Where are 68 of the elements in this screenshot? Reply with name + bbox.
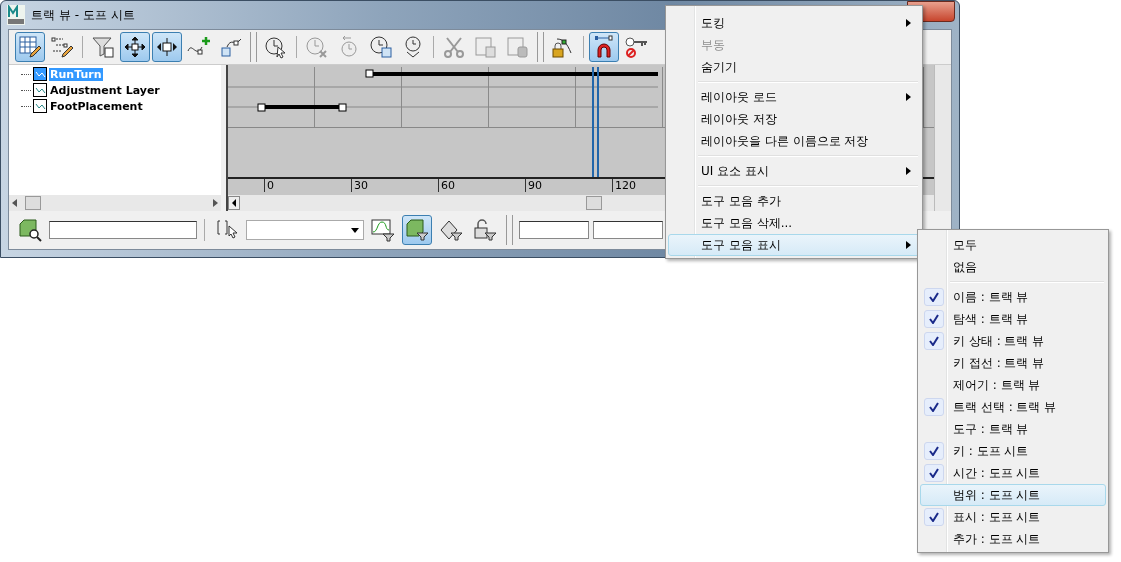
clock-scale-icon bbox=[369, 35, 393, 59]
tree-item[interactable]: Adjustment Layer bbox=[49, 83, 161, 97]
menu-item[interactable]: 도구 모음 추가 bbox=[668, 190, 920, 212]
ruler-label: 30 bbox=[351, 179, 368, 192]
menu-item[interactable]: 시간 : 도프 시트 bbox=[920, 462, 1106, 484]
clock-cursor-icon bbox=[264, 35, 288, 59]
text-field[interactable] bbox=[49, 221, 197, 239]
cube-magnifier-icon bbox=[18, 218, 42, 242]
toolbar-button[interactable] bbox=[120, 32, 150, 62]
horizontal-scrollbar[interactable] bbox=[9, 195, 221, 211]
menu-item[interactable]: 키 : 도프 시트 bbox=[920, 440, 1106, 462]
menu-item[interactable]: UI 요소 표시 bbox=[668, 160, 920, 182]
menu-item[interactable]: 제어기 : 트랙 뷰 bbox=[920, 374, 1106, 396]
menu-item[interactable]: 도구 모음 표시 bbox=[668, 234, 920, 256]
filter-icon bbox=[91, 35, 115, 59]
toolbar-button[interactable] bbox=[152, 32, 182, 62]
menu-item[interactable]: 표시 : 도프 시트 bbox=[920, 506, 1106, 528]
film-filter-icon bbox=[439, 218, 463, 242]
menu-item[interactable]: 추가 : 도프 시트 bbox=[920, 528, 1106, 550]
copy-icon bbox=[474, 35, 498, 59]
tree-item[interactable]: FootPlacement bbox=[49, 99, 144, 113]
menu-item[interactable]: 키 상태 : 트랙 뷰 bbox=[920, 330, 1106, 352]
curve-filter-icon bbox=[371, 218, 395, 242]
ruler-label: 0 bbox=[264, 179, 274, 192]
curve-track-icon bbox=[33, 99, 47, 113]
paste-icon bbox=[506, 35, 530, 59]
scroll-thumb[interactable] bbox=[25, 196, 41, 210]
scissors-icon bbox=[442, 35, 466, 59]
app-logo-icon bbox=[7, 5, 25, 25]
ruler-label: 90 bbox=[525, 179, 542, 192]
grid-pencil-icon bbox=[18, 35, 42, 59]
menu-item[interactable]: 도구 : 트랙 뷰 bbox=[920, 418, 1106, 440]
menu-item[interactable]: 숨기기 bbox=[668, 56, 920, 78]
menu-item[interactable]: 레이아웃 로드 bbox=[668, 86, 920, 108]
toolbar-button[interactable] bbox=[15, 32, 45, 62]
toolbar-button[interactable] bbox=[589, 32, 619, 62]
toolbar-handle[interactable] bbox=[506, 215, 513, 245]
cube-filter-icon bbox=[405, 218, 429, 242]
text-field[interactable] bbox=[519, 221, 589, 239]
menu-item[interactable]: 이름 : 트랙 뷰 bbox=[920, 286, 1106, 308]
clock-x-icon bbox=[305, 35, 329, 59]
menu-item[interactable]: 모두 bbox=[920, 234, 1106, 256]
slide-arrows-icon bbox=[155, 35, 179, 59]
window-title: 트랙 뷰 - 도프 시트 bbox=[31, 6, 135, 24]
move-arrows-icon bbox=[123, 35, 147, 59]
vertical-scrollbar[interactable] bbox=[934, 65, 951, 211]
text-field[interactable] bbox=[593, 221, 663, 239]
toolbar-handle[interactable] bbox=[537, 32, 544, 62]
menu-item[interactable]: 도구 모음 삭제... bbox=[668, 212, 920, 234]
key-icon bbox=[624, 35, 648, 59]
menu-item[interactable]: 키 접선 : 트랙 뷰 bbox=[920, 352, 1106, 374]
menu-item[interactable]: 탐색 : 트랙 뷰 bbox=[920, 308, 1106, 330]
menu-item[interactable]: 범위 : 도프 시트 bbox=[920, 484, 1106, 506]
magnet-icon bbox=[592, 35, 616, 59]
menu-item[interactable]: 트랙 선택 : 트랙 뷰 bbox=[920, 396, 1106, 418]
dropdown-caret-icon bbox=[351, 227, 359, 233]
dropdown-field[interactable] bbox=[246, 220, 364, 240]
curve-track-icon bbox=[33, 83, 47, 97]
list-pencil-icon bbox=[50, 35, 74, 59]
menu-item[interactable]: 레이아웃 저장 bbox=[668, 108, 920, 130]
menu-item[interactable]: 레이아웃을 다른 이름으로 저장 bbox=[668, 130, 920, 152]
menu-item[interactable]: 없음 bbox=[920, 256, 1106, 278]
lock-filter-icon bbox=[473, 218, 497, 242]
toolbar-handle[interactable] bbox=[250, 32, 257, 62]
scroll-thumb[interactable] bbox=[586, 196, 602, 210]
ruler-label: 60 bbox=[438, 179, 455, 192]
menu-item[interactable]: 도킹 bbox=[668, 12, 920, 34]
ruler-label: 120 bbox=[612, 179, 636, 192]
